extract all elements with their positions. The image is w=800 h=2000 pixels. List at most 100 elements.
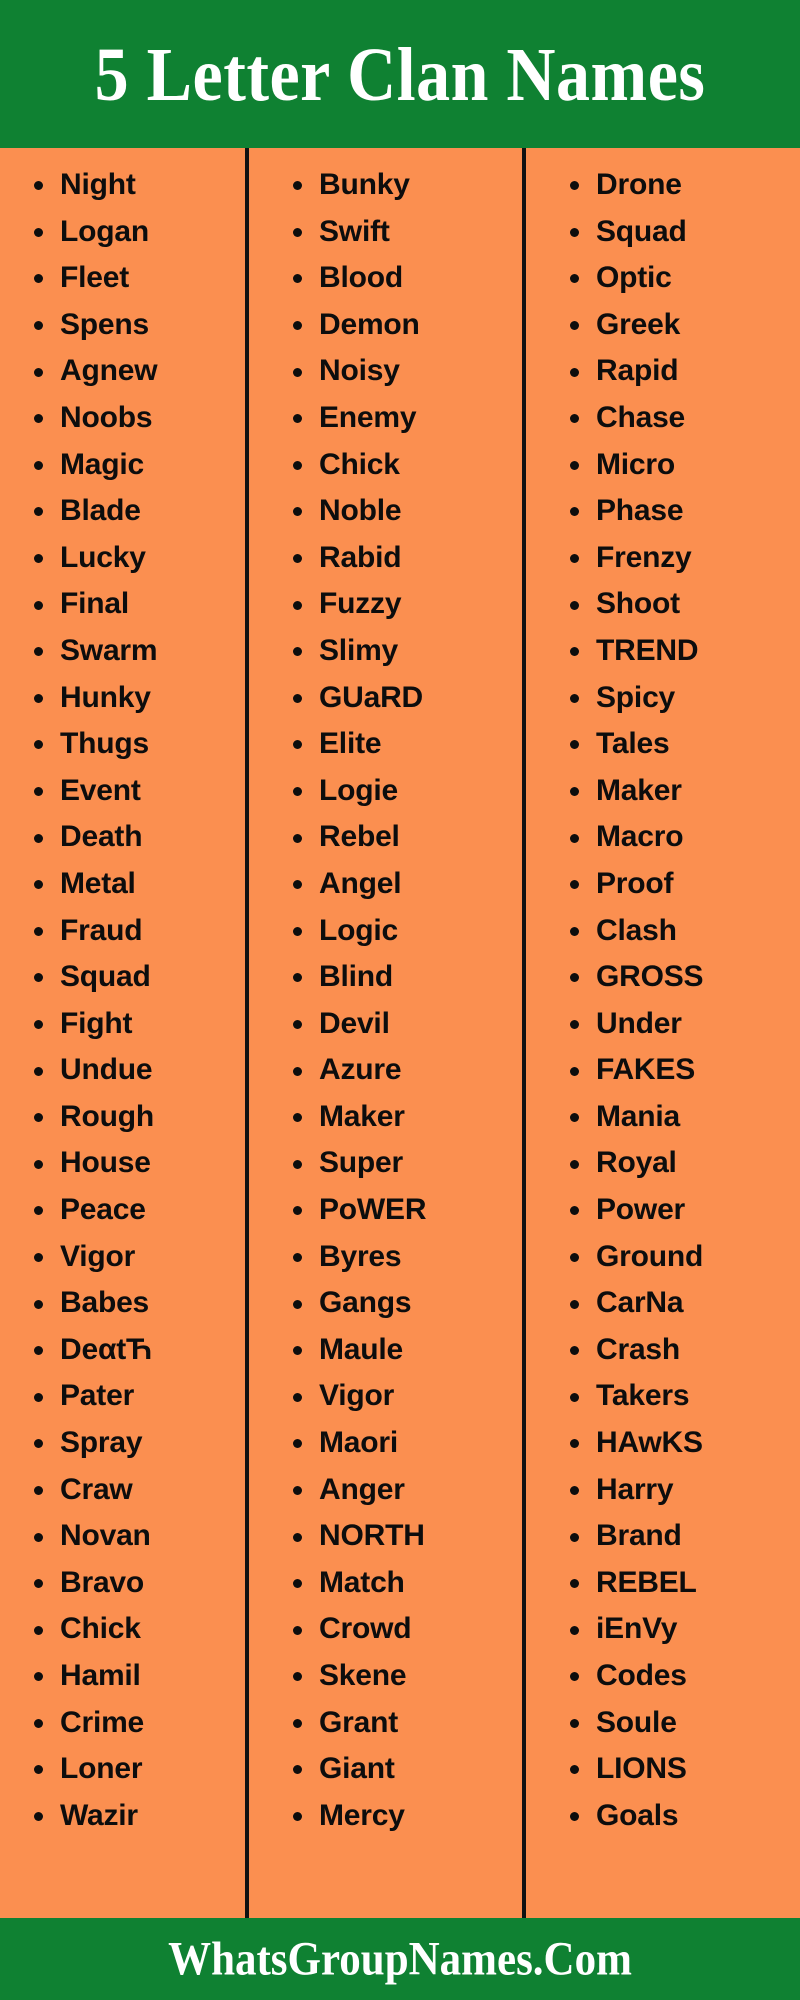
list-item: Angel <box>287 861 522 908</box>
list-item: Byres <box>287 1234 522 1281</box>
list-item: DeαtЋ <box>28 1327 245 1374</box>
list-item: Giant <box>287 1746 522 1793</box>
list-item: Babes <box>28 1280 245 1327</box>
list-item: Devil <box>287 1001 522 1048</box>
list-item: Frenzy <box>564 535 800 582</box>
list-item: Takers <box>564 1373 800 1420</box>
list-item: Metal <box>28 861 245 908</box>
name-columns-container: Night Logan Fleet Spens Agnew Noobs Magi… <box>0 148 800 1918</box>
list-item: Event <box>28 768 245 815</box>
list-item: Azure <box>287 1047 522 1094</box>
list-item: Bravo <box>28 1560 245 1607</box>
list-item: iEnVy <box>564 1606 800 1653</box>
name-list-2: Bunky Swift Blood Demon Noisy Enemy Chic… <box>245 162 522 1839</box>
list-item: Craw <box>28 1467 245 1514</box>
list-item: Demon <box>287 302 522 349</box>
list-item: Noble <box>287 488 522 535</box>
list-item: Enemy <box>287 395 522 442</box>
list-item: Agnew <box>28 348 245 395</box>
list-item: Goals <box>564 1793 800 1840</box>
list-item: House <box>28 1140 245 1187</box>
list-item: Spicy <box>564 675 800 722</box>
list-item: Vigor <box>287 1373 522 1420</box>
list-item: Novan <box>28 1513 245 1560</box>
list-item: LIONS <box>564 1746 800 1793</box>
list-item: Super <box>287 1140 522 1187</box>
list-item: Logie <box>287 768 522 815</box>
list-item: Greek <box>564 302 800 349</box>
list-item: Fuzzy <box>287 581 522 628</box>
list-item: Under <box>564 1001 800 1048</box>
list-item: Bunky <box>287 162 522 209</box>
list-item: Drone <box>564 162 800 209</box>
list-item: Proof <box>564 861 800 908</box>
list-item: Mercy <box>287 1793 522 1840</box>
list-item: Fraud <box>28 908 245 955</box>
list-item: Crime <box>28 1700 245 1747</box>
list-item: Crash <box>564 1327 800 1374</box>
list-item: Spray <box>28 1420 245 1467</box>
list-item: Power <box>564 1187 800 1234</box>
header-banner: 5 Letter Clan Names <box>0 0 800 148</box>
list-item: Skene <box>287 1653 522 1700</box>
list-item: Squad <box>564 209 800 256</box>
list-item: Blood <box>287 255 522 302</box>
list-item: Loner <box>28 1746 245 1793</box>
list-item: Maori <box>287 1420 522 1467</box>
name-column-1: Night Logan Fleet Spens Agnew Noobs Magi… <box>0 162 245 1918</box>
list-item: Match <box>287 1560 522 1607</box>
list-item: Fleet <box>28 255 245 302</box>
name-list-1: Night Logan Fleet Spens Agnew Noobs Magi… <box>0 162 245 1839</box>
list-item: PoWER <box>287 1187 522 1234</box>
list-item: CarNa <box>564 1280 800 1327</box>
list-item: Royal <box>564 1140 800 1187</box>
list-item: Clash <box>564 908 800 955</box>
list-item: Pater <box>28 1373 245 1420</box>
list-item: Undue <box>28 1047 245 1094</box>
list-item: Micro <box>564 442 800 489</box>
list-item: Gangs <box>287 1280 522 1327</box>
list-item: Anger <box>287 1467 522 1514</box>
site-name: WhatsGroupNames.Com <box>168 1933 632 1985</box>
list-item: Noobs <box>28 395 245 442</box>
clan-names-poster: 5 Letter Clan Names Night Logan Fleet Sp… <box>0 0 800 2000</box>
list-item: Final <box>28 581 245 628</box>
name-column-2: Bunky Swift Blood Demon Noisy Enemy Chic… <box>245 148 522 1918</box>
list-item: GROSS <box>564 954 800 1001</box>
list-item: Swift <box>287 209 522 256</box>
list-item: Tales <box>564 721 800 768</box>
list-item: REBEL <box>564 1560 800 1607</box>
list-item: Ground <box>564 1234 800 1281</box>
list-item: TREND <box>564 628 800 675</box>
list-item: Logic <box>287 908 522 955</box>
list-item: GUaRD <box>287 675 522 722</box>
list-item: Spens <box>28 302 245 349</box>
list-item: Peace <box>28 1187 245 1234</box>
list-item: Slimy <box>287 628 522 675</box>
name-column-3: Drone Squad Optic Greek Rapid Chase Micr… <box>522 148 800 1918</box>
list-item: Chase <box>564 395 800 442</box>
list-item: Elite <box>287 721 522 768</box>
list-item: Squad <box>28 954 245 1001</box>
list-item: Death <box>28 814 245 861</box>
list-item: Hamil <box>28 1653 245 1700</box>
list-item: Noisy <box>287 348 522 395</box>
list-item: Thugs <box>28 721 245 768</box>
list-item: Macro <box>564 814 800 861</box>
list-item: Fight <box>28 1001 245 1048</box>
page-title: 5 Letter Clan Names <box>94 31 706 117</box>
list-item: Maule <box>287 1327 522 1374</box>
list-item: Grant <box>287 1700 522 1747</box>
list-item: Lucky <box>28 535 245 582</box>
list-item: Phase <box>564 488 800 535</box>
list-item: Maker <box>564 768 800 815</box>
list-item: Rabid <box>287 535 522 582</box>
list-item: Hunky <box>28 675 245 722</box>
list-item: Optic <box>564 255 800 302</box>
list-item: Shoot <box>564 581 800 628</box>
list-item: NORTH <box>287 1513 522 1560</box>
list-item: Night <box>28 162 245 209</box>
list-item: HAwKS <box>564 1420 800 1467</box>
list-item: Chick <box>28 1606 245 1653</box>
list-item: Blind <box>287 954 522 1001</box>
